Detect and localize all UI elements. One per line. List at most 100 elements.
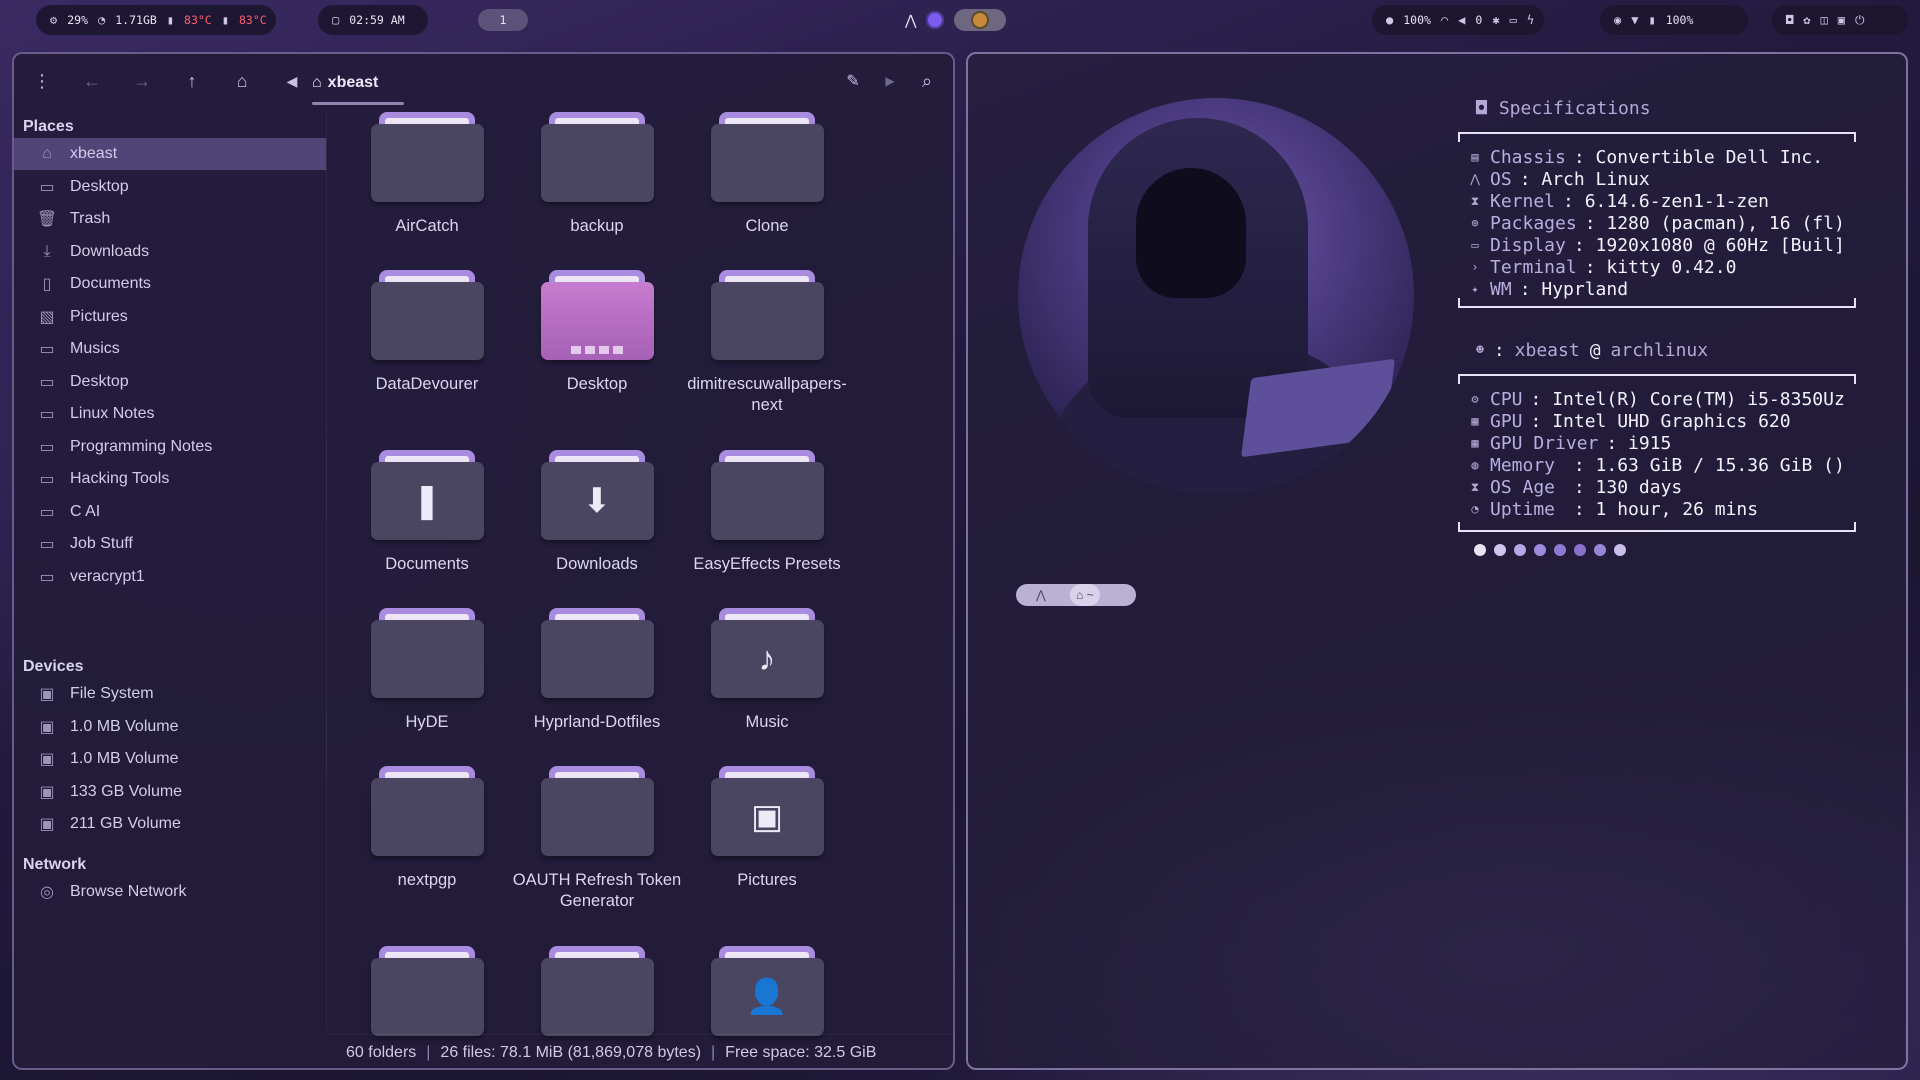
folder-item[interactable]: backup [512, 112, 682, 237]
brightness-value: 100% [1403, 13, 1431, 27]
specs-box: ▤ Chassis: Convertible Dell Inc. ⋀ OS: Arch… [1458, 132, 1856, 308]
sidebar-item-label: File System [70, 685, 154, 702]
sidebar-item[interactable]: ▭ Desktop [14, 366, 326, 398]
breadcrumb[interactable]: ⌂ xbeast [312, 68, 378, 98]
status-divider: | [711, 1043, 716, 1061]
memory-icon: ◔ [98, 13, 106, 27]
sidebar-item[interactable]: ▭ Job Stuff [14, 528, 326, 560]
spec-value: : Arch Linux [1519, 168, 1650, 190]
sidebar-item[interactable]: ⤓ Downloads [14, 236, 326, 268]
sidebar-item[interactable]: ▭ Desktop [14, 171, 326, 203]
home-icon[interactable]: ⌂ [229, 68, 255, 94]
chevron-right-icon[interactable]: ▶ [877, 68, 903, 94]
hardware-row: ⚙ CPU: Intel(R) Core(TM) i5-8350Uz [1468, 388, 1844, 410]
sidebar-item[interactable]: ▭ Musics [14, 333, 326, 365]
forward-arrow-icon[interactable]: → [129, 68, 155, 94]
hardware-value: : 1.63 GiB / 15.36 GiB () [1563, 454, 1845, 476]
menu-kebab-icon[interactable]: ⋮ [29, 68, 55, 94]
edit-pencil-icon[interactable]: ✎ [840, 68, 866, 94]
back-arrow-icon[interactable]: ← [79, 68, 105, 94]
folder-label: nextpgp [397, 871, 457, 889]
thermometer-icon: ▮ [221, 13, 229, 27]
window-icon[interactable]: ◫ [1820, 13, 1827, 27]
sidebar-item[interactable]: ▭ Programming Notes [14, 431, 326, 463]
sidebar-item[interactable]: ⌂ xbeast [14, 138, 326, 170]
sidebar-device-item[interactable]: ▣ File System [14, 678, 326, 710]
folder-item[interactable]: ♪ Music [682, 608, 852, 733]
folder-item[interactable]: ⬇ Downloads [512, 450, 682, 575]
sidebar-device-item[interactable]: ▣ 211 GB Volume [14, 808, 326, 840]
wifi-strength-icon[interactable]: ▼ [1631, 13, 1638, 27]
folder-item[interactable]: ❚ Documents [342, 450, 512, 575]
sidebar-device-item[interactable]: ▣ 133 GB Volume [14, 776, 326, 808]
clock-widget[interactable]: ▢ 02:59 AM [318, 5, 428, 35]
volume-value: 0 [1475, 13, 1483, 27]
folder-item[interactable]: dimitrescuwallpapers-next [682, 270, 852, 416]
bluetooth-icon[interactable]: ✱ [1492, 13, 1499, 27]
sidebar-item-label: 1.0 MB Volume [70, 750, 179, 767]
volume-icon[interactable]: ◀ [1458, 13, 1465, 27]
top-bar: ⚙ 29% ◔ 1.71GB ▮ 83°C ▮ 83°C ▢ 02:59 AM 1 ⋀ ●… [0, 0, 1920, 40]
folder-label: Downloads [556, 555, 638, 573]
terminal-window[interactable]: ⋀ ⌂ ~ ◘ Specifications ▤ Chassis: Convert… [966, 52, 1908, 1070]
clipboard-icon[interactable]: ▣ [1838, 13, 1845, 27]
sidebar-item[interactable]: ▭ veracrypt1 [14, 561, 326, 593]
wifi-icon[interactable]: ◠ [1441, 13, 1448, 27]
sidebar-item[interactable]: ▭ C AI [14, 496, 326, 528]
avatar[interactable] [954, 9, 1007, 31]
sidebar-network-item[interactable]: ◎ Browse Network [14, 876, 326, 908]
workspace-indicator[interactable]: 1 [478, 9, 528, 31]
sidebar-item[interactable]: 🗑 Trash [14, 203, 326, 235]
hardware-icon: ▦ [1471, 436, 1479, 450]
hardware-key: OS Age [1490, 476, 1556, 498]
keyboard-icon[interactable]: ▭ [1510, 13, 1517, 27]
thermometer-icon: ▮ [166, 13, 175, 27]
folder-item[interactable]: nextpgp [342, 766, 512, 891]
folder-item[interactable]: DataDevourer [342, 270, 512, 395]
sidebar-item-label: Documents [70, 275, 151, 292]
sidebar-device-item[interactable]: ▣ 1.0 MB Volume [14, 711, 326, 743]
chevron-left-icon[interactable]: ◀ [279, 68, 305, 94]
spec-value: : Convertible Dell Inc. [1573, 146, 1824, 168]
status-tray: ● 100% ◠ ◀ 0 ✱ ▭ ϟ [1372, 5, 1544, 35]
folder-item[interactable]: HyDE [342, 608, 512, 733]
folder-item[interactable]: AirCatch [342, 112, 512, 237]
arch-logo-icon[interactable]: ⋀ [905, 12, 916, 29]
network-icon[interactable]: ◉ [1614, 13, 1621, 27]
brightness-icon[interactable]: ● [1386, 13, 1393, 27]
notification-icon[interactable]: ◘ [1786, 13, 1793, 27]
search-icon[interactable]: ⌕ [914, 68, 940, 94]
specs-title-text: Specifications [1498, 98, 1651, 119]
folder-label: backup [570, 217, 624, 235]
folder-item[interactable]: EasyEffects Presets [682, 450, 852, 575]
sidebar-item[interactable]: ▭ Linux Notes [14, 398, 326, 430]
settings-icon[interactable]: ✿ [1803, 13, 1810, 27]
spec-value: : 1280 (pacman), 16 (fl) [1584, 212, 1845, 234]
up-arrow-icon[interactable]: ↑ [179, 68, 205, 94]
sidebar-item[interactable]: ▧ Pictures [14, 301, 326, 333]
folder-item[interactable]: Desktop [512, 270, 682, 395]
folder-item[interactable]: OAUTH Refresh Token Generator [512, 766, 682, 912]
sidebar-device-item[interactable]: ▣ 1.0 MB Volume [14, 743, 326, 775]
folder-icon: 👤 [710, 946, 824, 1036]
folder-item[interactable]: Clone [682, 112, 852, 237]
sidebar-item[interactable]: ▭ Hacking Tools [14, 463, 326, 495]
folder-label: HyDE [405, 713, 449, 731]
sidebar-item-label: xbeast [70, 145, 118, 162]
app-dot-icon[interactable] [926, 11, 945, 29]
folder-icon: ▭ [39, 503, 55, 521]
sidebar-item[interactable]: ▯ Documents [14, 268, 326, 300]
power-plug-icon[interactable]: ϟ [1527, 13, 1534, 27]
spec-row: › Terminal: kitty 0.42.0 [1468, 256, 1736, 278]
folder-label: Pictures [737, 871, 797, 889]
network-icon: ◎ [40, 884, 54, 901]
palette-dot [1494, 544, 1506, 556]
home-icon: ⌂ [312, 74, 322, 91]
folder-item[interactable]: Hyprland-Dotfiles [512, 608, 682, 733]
battery-icon[interactable]: ▮ [1648, 13, 1655, 27]
spec-row: ▭ Display: 1920x1080 @ 60Hz [Buil] [1468, 234, 1844, 256]
power-icon[interactable]: ⏻ [1855, 13, 1865, 28]
folder-item[interactable]: ▣ Pictures [682, 766, 852, 891]
sidebar-item-label: Trash [70, 210, 111, 227]
palette-dot [1514, 544, 1526, 556]
